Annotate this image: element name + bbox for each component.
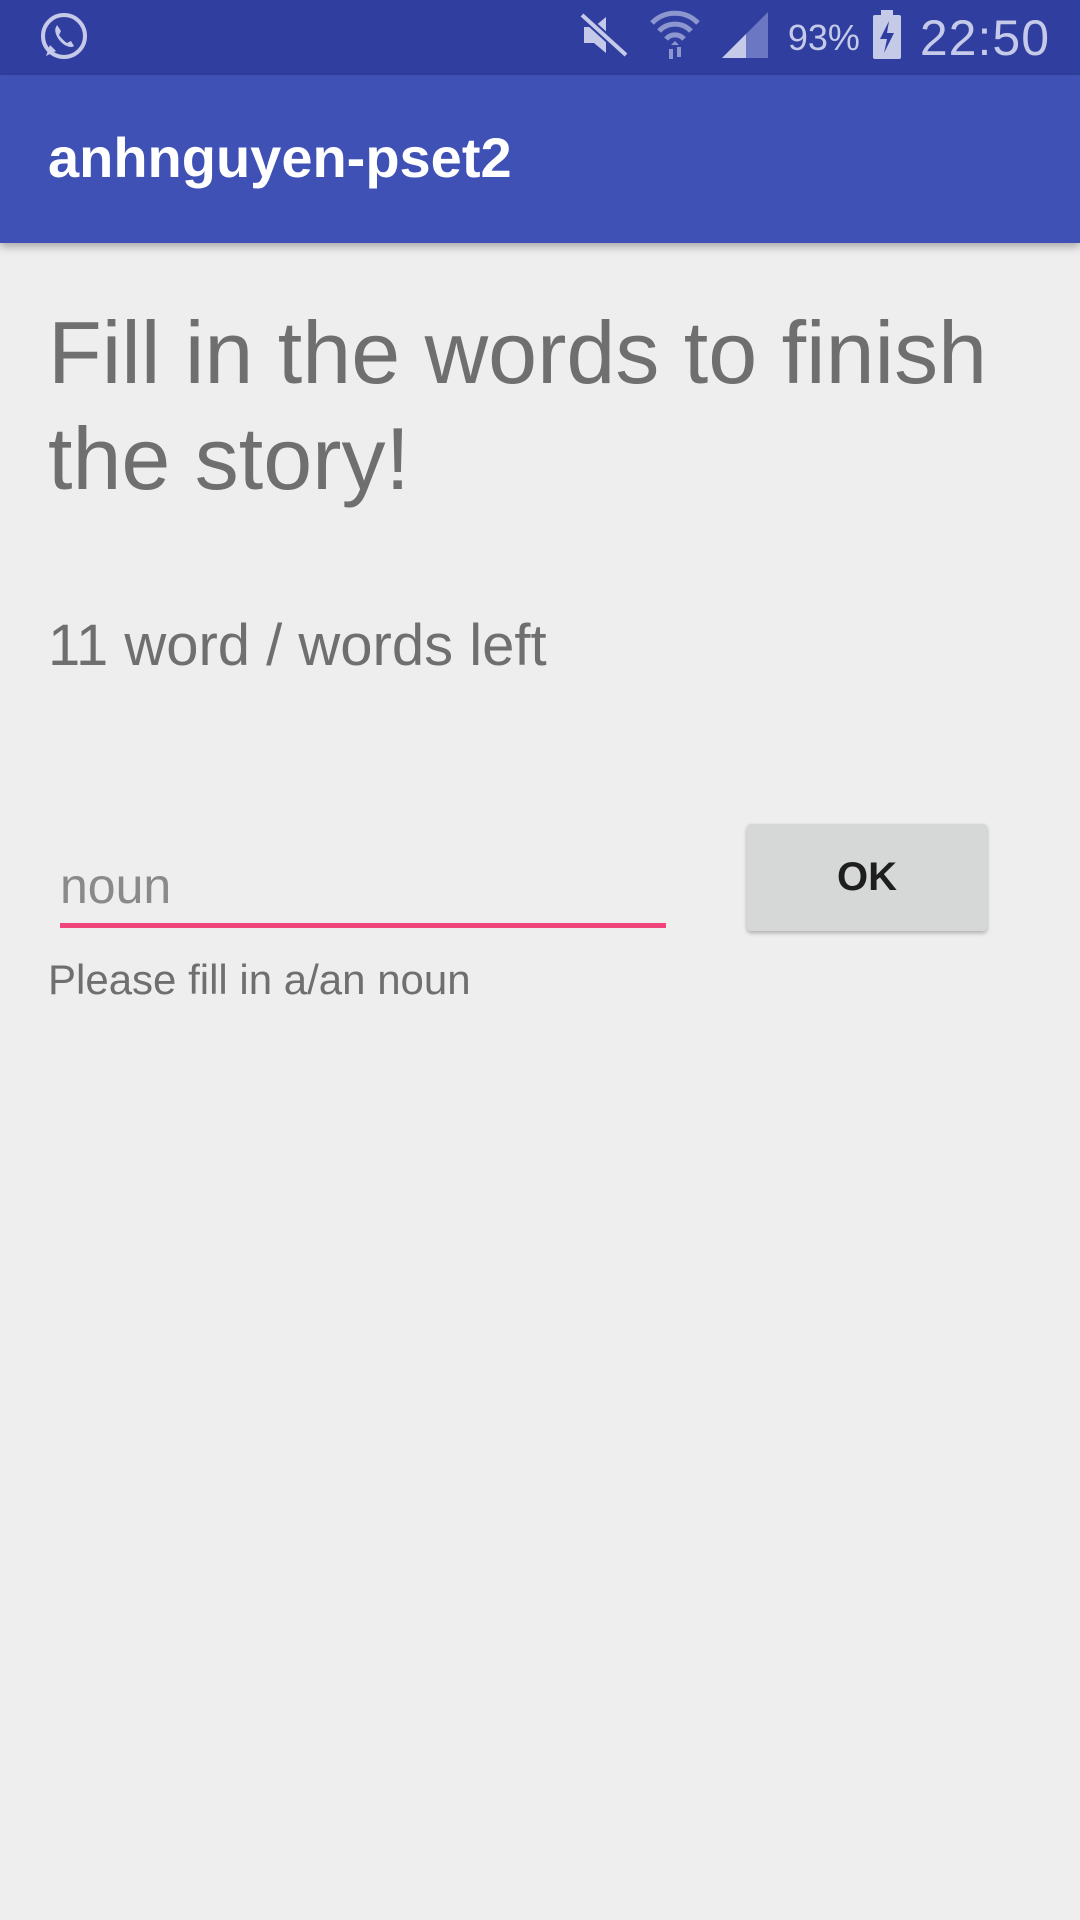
ok-button[interactable]: OK xyxy=(747,824,987,931)
wifi-icon xyxy=(648,9,702,66)
app-bar: anhnguyen-pset2 xyxy=(0,75,1080,243)
whatsapp-icon xyxy=(36,10,90,64)
battery-percent: 93% xyxy=(787,16,860,58)
mute-icon xyxy=(578,11,630,64)
word-input-container xyxy=(60,850,666,930)
input-underline xyxy=(60,923,666,928)
page-heading: Fill in the words to finish the story! xyxy=(48,303,988,508)
signal-icon xyxy=(720,10,770,65)
battery-charging-icon xyxy=(872,10,902,65)
status-bar: 93% 22:50 xyxy=(0,0,1080,75)
word-input[interactable] xyxy=(60,850,666,922)
status-icons: 93% 22:50 xyxy=(578,0,1050,75)
words-left-counter: 11 word / words left xyxy=(48,613,547,678)
input-hint: Please fill in a/an noun xyxy=(48,956,471,1003)
clock: 22:50 xyxy=(919,9,1050,66)
screen: 93% 22:50 anhnguyen-pset2 Fill in the wo… xyxy=(0,0,1080,1920)
app-title: anhnguyen-pset2 xyxy=(48,126,512,189)
